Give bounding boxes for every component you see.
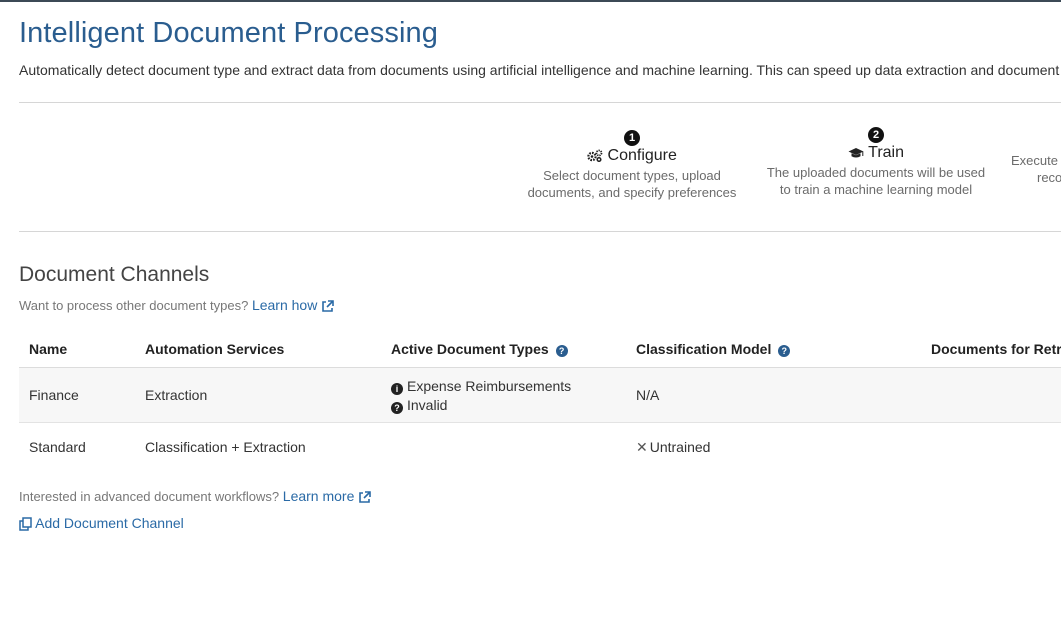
- classification-model: N/A: [636, 387, 660, 403]
- help-icon[interactable]: ?: [555, 345, 568, 357]
- page-description: Automatically detect document type and e…: [19, 62, 1061, 78]
- info-icon: i: [391, 383, 403, 395]
- step-number-badge: 2: [868, 127, 884, 143]
- column-header-name: Name: [29, 341, 68, 357]
- external-link-icon: [321, 297, 335, 313]
- step-title: Configure: [517, 147, 747, 165]
- channel-services: Extraction: [145, 387, 208, 403]
- step-description: The uploaded documents will be used to t…: [766, 165, 986, 197]
- learn-how-link[interactable]: Learn how: [252, 297, 335, 313]
- classification-model: ✕ Untrained: [636, 439, 711, 455]
- step-configure: 1 Configure Select document types, uploa…: [517, 128, 747, 201]
- divider: [19, 102, 1061, 103]
- hint-text: Want to process other document types? Le…: [19, 297, 335, 313]
- external-link-icon: [358, 488, 372, 504]
- column-header-retrain: Documents for Retra: [931, 341, 1061, 357]
- table-row[interactable]: Standard Classification + Extraction ✕ Un…: [19, 423, 1061, 473]
- channel-name: Standard: [29, 439, 86, 455]
- step-description: Execute c reco: [1011, 153, 1061, 185]
- gears-icon: [587, 147, 607, 164]
- close-icon: ✕: [636, 439, 648, 455]
- section-heading: Document Channels: [19, 263, 210, 286]
- help-icon[interactable]: ?: [778, 345, 791, 357]
- footer-hint-text: Interested in advanced document workflow…: [19, 488, 372, 504]
- table-header: Name Automation Services Active Document…: [19, 331, 1061, 368]
- column-header-services: Automation Services: [145, 341, 285, 357]
- graduation-cap-icon: [848, 144, 868, 161]
- page: Intelligent Document Processing Automati…: [19, 0, 1061, 617]
- step-description: Select document types, upload documents,…: [527, 168, 737, 200]
- table-row[interactable]: Finance Extraction i Expense Reimbursemen…: [19, 368, 1061, 423]
- column-header-model: Classification Model ?: [636, 341, 791, 357]
- step-number-badge: 1: [624, 130, 640, 146]
- step-title: Train: [756, 144, 996, 162]
- copy-icon: [19, 515, 35, 532]
- divider: [19, 231, 1061, 232]
- question-icon: ?: [391, 402, 403, 414]
- learn-more-link[interactable]: Learn more: [283, 488, 372, 504]
- step-execute: Execute c reco: [1011, 150, 1061, 186]
- column-header-doc-types: Active Document Types ?: [391, 341, 568, 357]
- add-document-channel-link[interactable]: Add Document Channel: [19, 515, 184, 532]
- doc-type-item: ? Invalid: [391, 397, 447, 414]
- page-title: Intelligent Document Processing: [19, 17, 438, 49]
- doc-type-item: i Expense Reimbursements: [391, 378, 571, 395]
- channel-name: Finance: [29, 387, 79, 403]
- channel-services: Classification + Extraction: [145, 439, 306, 455]
- step-train: 2 Train The uploaded documents will be u…: [756, 125, 996, 198]
